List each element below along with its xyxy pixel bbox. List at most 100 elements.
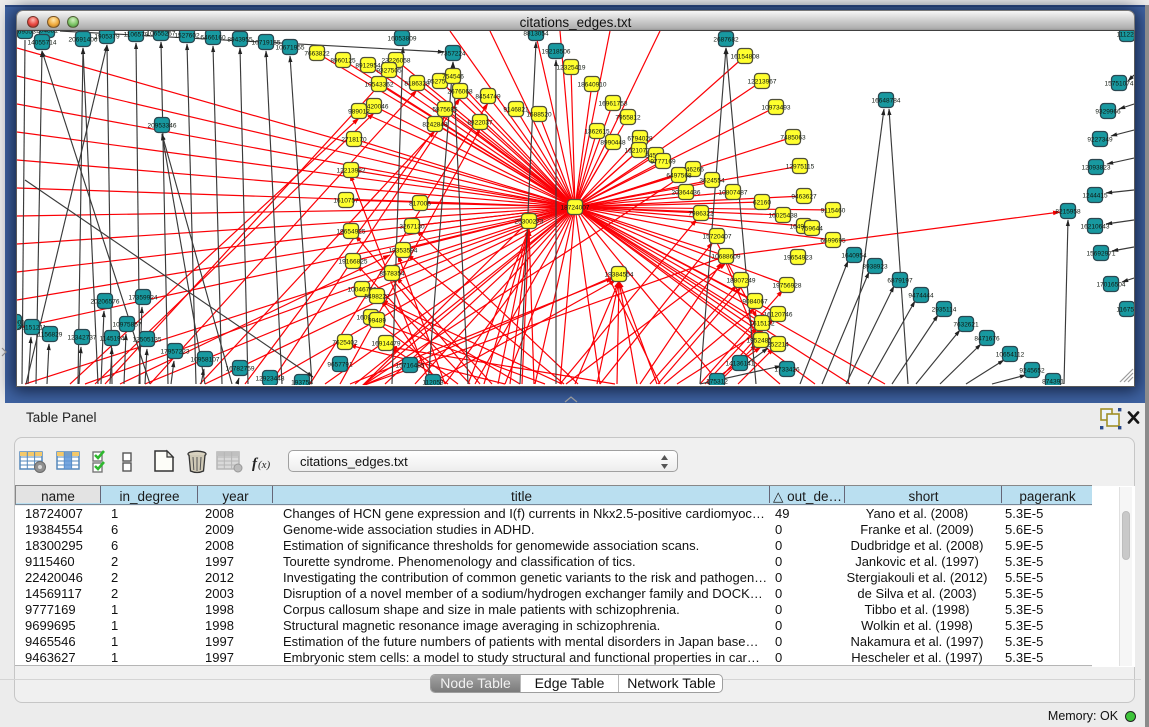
svg-text:8186328: 8186328 bbox=[404, 81, 430, 88]
svg-text:6699695: 6699695 bbox=[820, 238, 846, 245]
svg-text:759644: 759644 bbox=[801, 226, 823, 233]
svg-text:10973493: 10973493 bbox=[762, 105, 791, 112]
svg-text:2935114: 2935114 bbox=[932, 307, 957, 314]
svg-text:175312: 175312 bbox=[706, 379, 728, 386]
svg-text:874391: 874391 bbox=[1042, 379, 1064, 386]
svg-text:10958107: 10958107 bbox=[191, 357, 220, 364]
svg-text:17016504: 17016504 bbox=[1097, 282, 1126, 289]
svg-text:193754: 193754 bbox=[291, 380, 313, 386]
svg-text:7632621: 7632621 bbox=[953, 322, 979, 329]
svg-text:6497568: 6497568 bbox=[666, 173, 692, 180]
svg-text:12325419: 12325419 bbox=[557, 65, 586, 72]
svg-text:17957223: 17957223 bbox=[161, 349, 190, 356]
svg-text:7986322: 7986322 bbox=[688, 211, 714, 218]
svg-text:7357224: 7357224 bbox=[440, 51, 466, 58]
svg-text:16782759: 16782759 bbox=[226, 366, 255, 373]
svg-text:9115460: 9115460 bbox=[821, 208, 846, 215]
svg-text:16053809: 16053809 bbox=[388, 36, 417, 43]
svg-text:10654112: 10654112 bbox=[996, 352, 1025, 359]
svg-text:9657791: 9657791 bbox=[327, 362, 353, 369]
svg-text:12093823: 12093823 bbox=[1082, 165, 1111, 172]
svg-text:8813054: 8813054 bbox=[523, 31, 549, 38]
svg-text:19166825: 19166825 bbox=[339, 259, 368, 266]
svg-text:8960125: 8960125 bbox=[330, 58, 356, 65]
svg-text:7955812: 7955812 bbox=[615, 115, 641, 122]
svg-text:8471676: 8471676 bbox=[974, 336, 1000, 343]
svg-text:18724007: 18724007 bbox=[561, 205, 590, 212]
svg-text:10655267: 10655267 bbox=[147, 31, 176, 38]
svg-text:19384554: 19384554 bbox=[605, 272, 634, 279]
svg-text:9463627: 9463627 bbox=[791, 194, 817, 201]
svg-text:6794028: 6794028 bbox=[627, 136, 653, 143]
svg-text:1588520: 1588520 bbox=[526, 112, 552, 119]
svg-text:20364436: 20364436 bbox=[672, 190, 701, 197]
svg-text:9084067: 9084067 bbox=[742, 299, 768, 306]
svg-text:10975857: 10975857 bbox=[113, 322, 142, 329]
svg-text:112053: 112053 bbox=[422, 380, 444, 386]
svg-text:1527602: 1527602 bbox=[174, 33, 200, 40]
svg-text:10671955: 10671955 bbox=[276, 45, 305, 52]
svg-text:9146821: 9146821 bbox=[503, 107, 529, 114]
svg-text:989012: 989012 bbox=[348, 109, 370, 116]
svg-text:8242848: 8242848 bbox=[422, 122, 448, 129]
svg-text:9329966: 9329966 bbox=[1095, 109, 1121, 116]
svg-text:(x): (x) bbox=[258, 459, 271, 471]
svg-text:6879197: 6879197 bbox=[887, 278, 913, 285]
svg-text:12923448: 12923448 bbox=[256, 376, 285, 383]
svg-text:1362615: 1362615 bbox=[584, 129, 610, 136]
svg-text:2687682: 2687682 bbox=[713, 37, 739, 44]
svg-text:16210643: 16210643 bbox=[1081, 224, 1110, 231]
svg-text:9777169: 9777169 bbox=[650, 159, 676, 166]
svg-text:9474444: 9474444 bbox=[908, 293, 934, 300]
svg-text:15751074: 15751074 bbox=[1105, 81, 1134, 88]
svg-text:6466160: 6466160 bbox=[200, 35, 226, 42]
svg-text:10688609: 10688609 bbox=[712, 254, 741, 261]
svg-text:12342737: 12342737 bbox=[68, 335, 97, 342]
svg-text:12975115: 12975115 bbox=[786, 164, 815, 171]
svg-text:18807249: 18807249 bbox=[727, 278, 756, 285]
svg-text:754546: 754546 bbox=[442, 74, 464, 81]
svg-text:111226: 111226 bbox=[1117, 32, 1134, 39]
svg-text:8578354: 8578354 bbox=[379, 271, 405, 278]
svg-text:1156829: 1156829 bbox=[38, 332, 63, 339]
svg-text:14136141: 14136141 bbox=[726, 361, 755, 368]
svg-text:9327505: 9327505 bbox=[376, 68, 402, 75]
svg-text:2718170: 2718170 bbox=[341, 137, 367, 144]
svg-text:1145194: 1145194 bbox=[100, 336, 125, 343]
svg-text:5875685: 5875685 bbox=[432, 107, 458, 114]
svg-text:1615132: 1615132 bbox=[749, 321, 775, 328]
svg-text:18640910: 18640910 bbox=[578, 82, 607, 89]
svg-text:16961758: 16961758 bbox=[599, 101, 628, 108]
svg-text:252214: 252214 bbox=[767, 342, 789, 349]
svg-text:15720407: 15720407 bbox=[703, 234, 732, 241]
svg-text:14055714: 14055714 bbox=[28, 40, 57, 47]
svg-text:19654925: 19654925 bbox=[337, 229, 366, 236]
svg-text:817006: 817006 bbox=[409, 201, 431, 208]
svg-text:7625402: 7625402 bbox=[332, 340, 358, 347]
svg-text:3267130: 3267130 bbox=[399, 224, 425, 231]
svg-text:10025438: 10025438 bbox=[769, 213, 798, 220]
svg-text:15692971: 15692971 bbox=[1087, 251, 1116, 258]
svg-text:16648784: 16648784 bbox=[872, 98, 901, 105]
svg-text:12213967: 12213967 bbox=[748, 79, 777, 86]
svg-text:16914479: 16914479 bbox=[372, 341, 401, 348]
svg-text:9245652: 9245652 bbox=[1019, 368, 1045, 375]
svg-text:1610757: 1610757 bbox=[333, 198, 359, 205]
svg-text:9227349: 9227349 bbox=[1087, 137, 1113, 144]
svg-text:62160: 62160 bbox=[753, 200, 771, 207]
svg-text:1640954: 1640954 bbox=[841, 253, 867, 260]
svg-text:7663822: 7663822 bbox=[304, 51, 330, 58]
svg-text:8938923: 8938923 bbox=[862, 264, 888, 271]
svg-text:20206576: 20206576 bbox=[91, 299, 120, 306]
svg-text:3624554: 3624554 bbox=[699, 178, 725, 185]
svg-text:116753: 116753 bbox=[1116, 307, 1134, 314]
svg-text:8454749: 8454749 bbox=[475, 94, 501, 101]
svg-text:7485063: 7485063 bbox=[780, 135, 806, 142]
svg-text:1733426: 1733426 bbox=[774, 367, 800, 374]
svg-text:10807487: 10807487 bbox=[719, 190, 748, 197]
svg-text:10543362: 10543362 bbox=[365, 82, 394, 89]
svg-text:169553: 169553 bbox=[17, 31, 36, 36]
svg-text:19654923: 19654923 bbox=[784, 255, 813, 262]
svg-text:1106579: 1106579 bbox=[124, 32, 149, 39]
svg-text:8215958: 8215958 bbox=[1055, 209, 1081, 216]
